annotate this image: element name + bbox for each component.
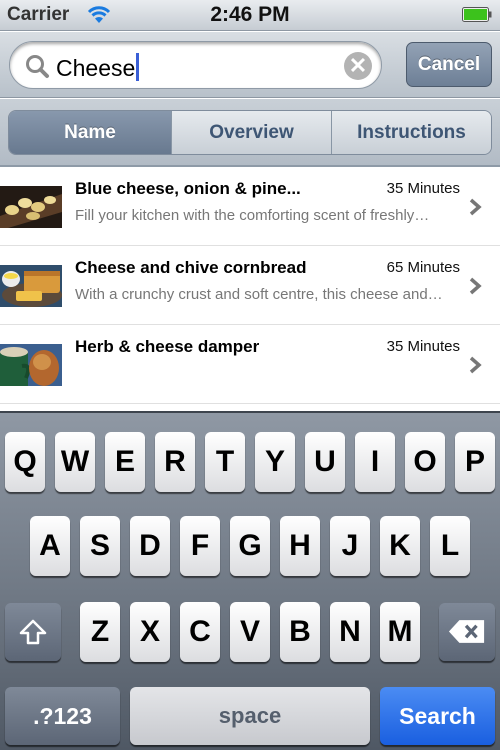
recipe-thumbnail (0, 265, 62, 307)
recipe-description: With a crunchy crust and soft centre, th… (75, 286, 443, 303)
key-z[interactable]: Z (80, 602, 120, 662)
key-i[interactable]: I (355, 432, 395, 492)
chevron-right-icon (469, 198, 482, 216)
recipe-title: Cheese and chive cornbread (75, 258, 307, 277)
key-x[interactable]: X (130, 602, 170, 662)
list-item[interactable]: Blue cheese, onion & pine... 35 Minutes … (0, 168, 500, 246)
space-key[interactable]: space (130, 687, 370, 745)
key-d[interactable]: D (130, 516, 170, 576)
list-item[interactable]: Herb & cheese damper 35 Minutes (0, 326, 500, 404)
search-key[interactable]: Search (380, 687, 495, 745)
shift-key[interactable] (5, 603, 61, 661)
tab-overview[interactable]: Overview (171, 111, 331, 154)
magnifier-icon (26, 55, 49, 78)
clear-icon[interactable]: ✕ (344, 52, 372, 80)
key-h[interactable]: H (280, 516, 320, 576)
scope-bar: Name Overview Instructions (0, 99, 500, 167)
tab-instructions[interactable]: Instructions (331, 111, 491, 154)
search-input[interactable]: Cheese ✕ (9, 41, 382, 89)
key-e[interactable]: E (105, 432, 145, 492)
key-s[interactable]: S (80, 516, 120, 576)
recipe-thumbnail (0, 186, 62, 228)
key-t[interactable]: T (205, 432, 245, 492)
results-list: Blue cheese, onion & pine... 35 Minutes … (0, 168, 500, 411)
key-p[interactable]: P (455, 432, 495, 492)
numbers-key[interactable]: .?123 (5, 687, 120, 745)
key-k[interactable]: K (380, 516, 420, 576)
search-bar: Cheese ✕ Cancel (0, 32, 500, 98)
recipe-thumbnail (0, 344, 62, 386)
key-g[interactable]: G (230, 516, 270, 576)
key-w[interactable]: W (55, 432, 95, 492)
clock: 2:46 PM (210, 3, 290, 26)
battery-icon (462, 7, 492, 22)
key-n[interactable]: N (330, 602, 370, 662)
status-bar: Carrier 2:46 PM (0, 0, 500, 31)
search-input-value[interactable]: Cheese (56, 53, 140, 81)
recipe-description: Fill your kitchen with the comforting sc… (75, 207, 430, 224)
tab-name[interactable]: Name (9, 111, 171, 154)
chevron-right-icon (469, 277, 482, 295)
recipe-title: Herb & cheese damper (75, 337, 260, 356)
text-caret (136, 53, 140, 81)
key-v[interactable]: V (230, 602, 270, 662)
key-j[interactable]: J (330, 516, 370, 576)
shift-icon (19, 619, 47, 645)
key-r[interactable]: R (155, 432, 195, 492)
key-c[interactable]: C (180, 602, 220, 662)
keyboard: QWERTYUIOP ASDFGHJKL ZXCVBNM .?123 space… (0, 411, 500, 750)
key-q[interactable]: Q (5, 432, 45, 492)
key-y[interactable]: Y (255, 432, 295, 492)
scope-segmented-control: Name Overview Instructions (8, 110, 492, 155)
recipe-time: 35 Minutes (386, 180, 460, 197)
list-item[interactable]: Cheese and chive cornbread 65 Minutes Wi… (0, 247, 500, 325)
key-u[interactable]: U (305, 432, 345, 492)
backspace-key[interactable] (439, 603, 495, 661)
key-f[interactable]: F (180, 516, 220, 576)
cancel-button[interactable]: Cancel (406, 42, 492, 87)
key-o[interactable]: O (405, 432, 445, 492)
recipe-title: Blue cheese, onion & pine... (75, 179, 301, 198)
recipe-time: 65 Minutes (386, 259, 460, 276)
key-b[interactable]: B (280, 602, 320, 662)
key-m[interactable]: M (380, 602, 420, 662)
recipe-time: 35 Minutes (386, 338, 460, 355)
key-l[interactable]: L (430, 516, 470, 576)
backspace-icon (448, 620, 485, 643)
key-a[interactable]: A (30, 516, 70, 576)
chevron-right-icon (469, 356, 482, 374)
